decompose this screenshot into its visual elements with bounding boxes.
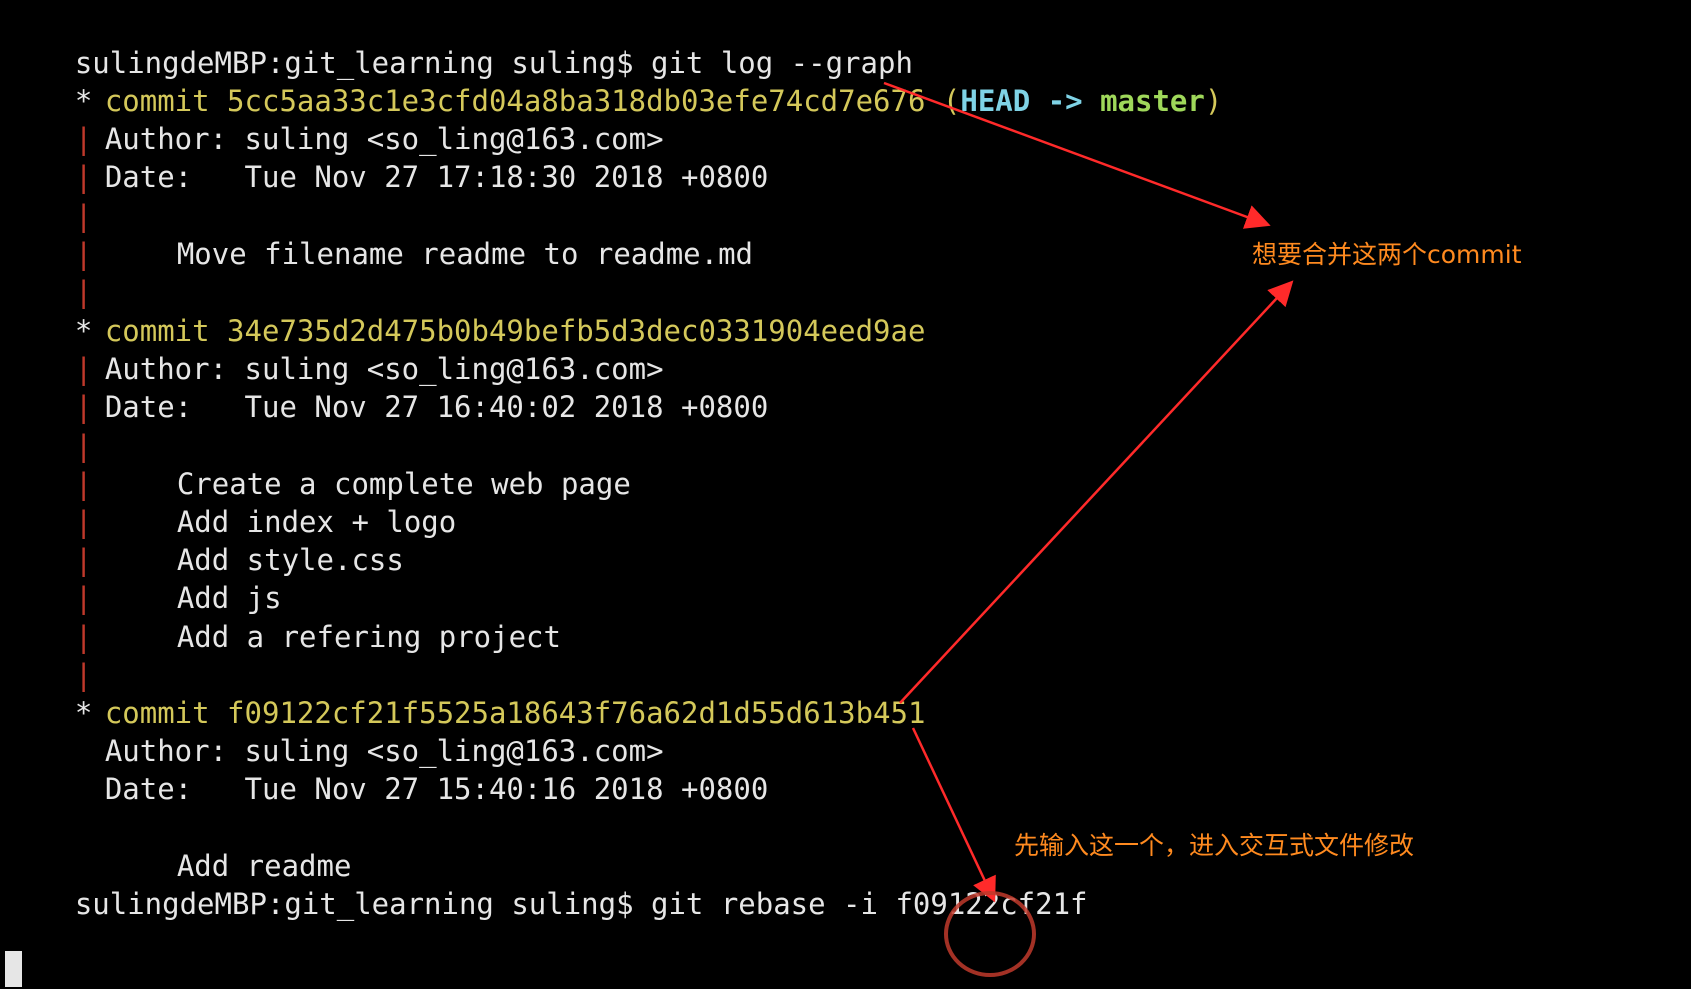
blank-line: | bbox=[5, 614, 105, 692]
message-line: | Create a complete web page bbox=[5, 423, 631, 501]
merge-annotation-text: 想要合并这两个commit bbox=[1252, 240, 1522, 269]
prompt-text: sulingdeMBP:git_learning suling$ git reb… bbox=[74, 887, 1088, 921]
date-text: Date: Tue Nov 27 15:40:16 2018 +0800 bbox=[104, 772, 769, 806]
author-line-3: Author: suling <so_ling@163.com> bbox=[5, 690, 664, 768]
message-line: Add readme bbox=[5, 805, 352, 883]
commit-line-1: * commit 5cc5aa33c1e3cfd04a8ba318db03efe7… bbox=[5, 40, 1222, 118]
rebase-annotation-text: 先输入这一个，进入交互式文件修改 bbox=[1014, 831, 1415, 860]
message-line: | Move filename readme to readme.md bbox=[5, 193, 753, 271]
message-line: | Add js bbox=[5, 537, 282, 615]
message-line: | Add a refering project bbox=[5, 576, 561, 654]
terminal-window[interactable]: sulingdeMBP:git_learning suling$ git log… bbox=[0, 0, 1691, 989]
arrow-to-merge-note-from-base bbox=[899, 280, 1294, 704]
date-text: Date: Tue Nov 27 17:18:30 2018 +0800 bbox=[104, 160, 769, 194]
message-line: | Add index + logo bbox=[5, 461, 456, 539]
ref-branch: master bbox=[1100, 84, 1205, 118]
commit-message: Move filename readme to readme.md bbox=[176, 237, 754, 271]
date-line-2: | Date: Tue Nov 27 16:40:02 2018 +0800 bbox=[5, 346, 768, 424]
blank-line: | bbox=[5, 231, 105, 309]
prompt-line-git-rebase: sulingdeMBP:git_learning suling$ git reb… bbox=[5, 843, 1088, 921]
prompt-line-git-log: sulingdeMBP:git_learning suling$ git log… bbox=[5, 2, 913, 80]
date-line-3: Date: Tue Nov 27 15:40:16 2018 +0800 bbox=[5, 728, 768, 806]
author-line-2: | Author: suling <so_ling@163.com> bbox=[5, 308, 664, 386]
date-text: Date: Tue Nov 27 16:40:02 2018 +0800 bbox=[104, 390, 769, 424]
terminal-cursor[interactable] bbox=[5, 951, 22, 987]
date-line-1: | Date: Tue Nov 27 17:18:30 2018 +0800 bbox=[5, 116, 768, 194]
commit-line-2: * commit 34e735d2d475b0b49befb5d3dec03319… bbox=[5, 270, 926, 348]
commit-message: Add a refering project bbox=[176, 620, 561, 654]
ref-close-paren: ) bbox=[1204, 84, 1223, 118]
commit-line-3: * commit f09122cf21f5525a18643f76a62d1d55… bbox=[5, 652, 926, 730]
message-line: | Add style.css bbox=[5, 499, 404, 577]
blank-line: | bbox=[5, 155, 105, 233]
ref-head: HEAD -> bbox=[960, 84, 1083, 118]
author-line-1: | Author: suling <so_ling@163.com> bbox=[5, 78, 664, 156]
blank-line: | bbox=[5, 385, 105, 463]
ref-open-paren: ( bbox=[942, 84, 961, 118]
